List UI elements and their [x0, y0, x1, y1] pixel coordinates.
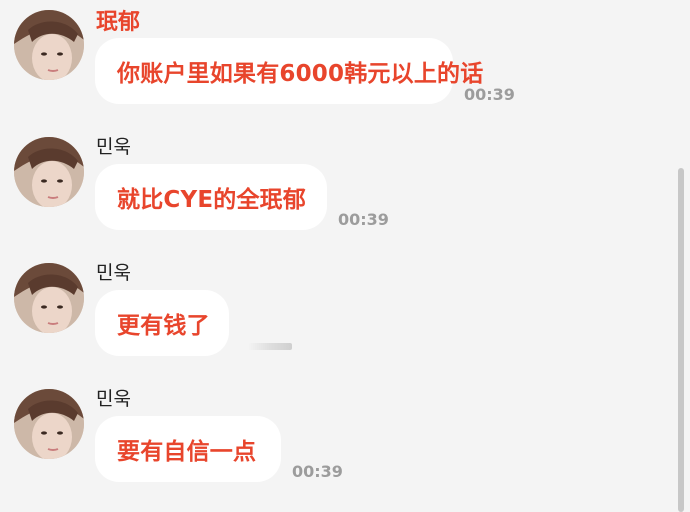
message-timestamp: 00:39 — [338, 210, 389, 229]
avatar[interactable] — [14, 389, 84, 459]
avatar[interactable] — [14, 137, 84, 207]
message-text: 要有自信一点 — [117, 439, 257, 465]
chat-window: 珉郁 你账户里如果有6000韩元以上的话 00:39 민욱 就比CYE的全珉郁 … — [0, 0, 690, 512]
scrollbar[interactable] — [678, 168, 684, 512]
sender-name: 민욱 — [96, 262, 131, 284]
message-timestamp: 00:39 — [464, 85, 515, 104]
blurred-timestamp — [248, 343, 292, 350]
message-bubble[interactable]: 要有自信一点 — [95, 416, 281, 482]
message-text: 就比CYE的全珉郁 — [117, 187, 307, 213]
avatar[interactable] — [14, 263, 84, 333]
avatar[interactable] — [14, 10, 84, 80]
sender-name: 민욱 — [96, 136, 131, 158]
sender-name: 珉郁 — [96, 10, 141, 35]
message-text: 你账户里如果有6000韩元以上的话 — [117, 61, 484, 87]
message-text: 更有钱了 — [117, 313, 210, 339]
sender-name: 민욱 — [96, 388, 131, 410]
message-timestamp: 00:39 — [292, 462, 343, 481]
message-bubble[interactable]: 你账户里如果有6000韩元以上的话 — [95, 38, 483, 104]
message-bubble[interactable]: 更有钱了 — [95, 290, 229, 356]
message-bubble[interactable]: 就比CYE的全珉郁 — [95, 164, 327, 230]
